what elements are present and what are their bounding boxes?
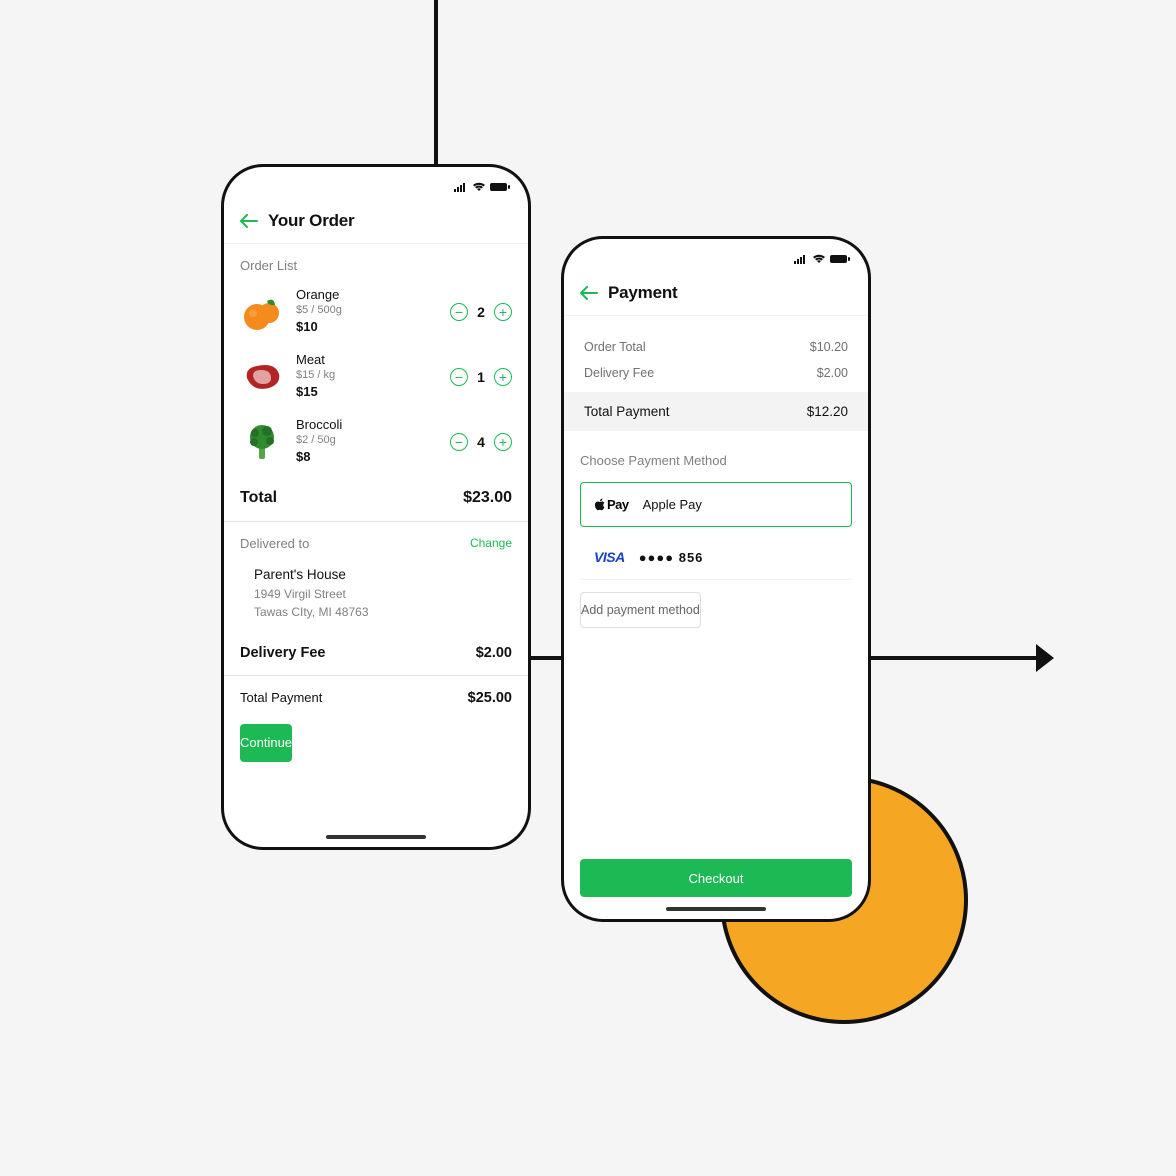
delivery-fee-value: $2.00 — [817, 366, 848, 380]
total-label: Total — [240, 489, 277, 507]
quantity-value: 4 — [476, 434, 486, 450]
status-bar — [224, 167, 528, 201]
product-image-meat — [240, 355, 284, 399]
delivered-to-label: Delivered to — [240, 536, 309, 551]
payment-method-visa[interactable]: VISA ●●●● 856 — [580, 535, 852, 580]
wifi-icon — [472, 182, 486, 192]
quantity-value: 1 — [476, 369, 486, 385]
total-payment-value: $25.00 — [468, 690, 512, 706]
decrement-button[interactable]: − — [450, 368, 468, 386]
total-payment-label: Total Payment — [240, 690, 322, 706]
address-city: Tawas CIty, MI 48763 — [254, 603, 512, 621]
order-item: Broccoli $2 / 50g $8 − 4 + — [224, 409, 528, 474]
connector-line-vertical — [434, 0, 438, 170]
order-item: Meat $15 / kg $15 − 1 + — [224, 344, 528, 409]
signal-icon — [794, 254, 808, 264]
delivery-fee-row: Delivery Fee $2.00 — [564, 360, 868, 386]
delivery-fee-label: Delivery Fee — [240, 645, 325, 661]
order-total-value: $10.20 — [810, 340, 848, 354]
delivery-fee-value: $2.00 — [476, 645, 512, 661]
total-payment-row: Total Payment $12.20 — [564, 392, 868, 431]
card-masked-number: ●●●● 856 — [639, 550, 704, 565]
product-unit-price: $5 / 500g — [296, 303, 438, 318]
product-subtotal: $10 — [296, 318, 438, 336]
product-unit-price: $2 / 50g — [296, 433, 438, 448]
screen-header: Your Order — [224, 201, 528, 244]
back-arrow-icon[interactable] — [240, 214, 258, 228]
delivery-fee-label: Delivery Fee — [584, 366, 654, 380]
order-item: Orange $5 / 500g $10 − 2 + — [224, 279, 528, 344]
product-name: Broccoli — [296, 417, 438, 433]
total-payment-value: $12.20 — [807, 404, 848, 419]
total-value: $23.00 — [463, 489, 512, 507]
home-indicator — [326, 835, 426, 839]
product-name: Orange — [296, 287, 438, 303]
quantity-stepper: − 2 + — [450, 303, 512, 321]
visa-mark-icon: VISA — [594, 549, 625, 565]
choose-payment-method-label: Choose Payment Method — [564, 431, 868, 474]
address-street: 1949 Virgil Street — [254, 585, 512, 603]
checkout-button[interactable]: Checkout — [580, 859, 852, 897]
phone-frame-order: Your Order Order List Orange $5 / 500g $… — [221, 164, 531, 850]
change-address-link[interactable]: Change — [470, 536, 512, 550]
quantity-stepper: − 4 + — [450, 433, 512, 451]
product-subtotal: $15 — [296, 383, 438, 401]
battery-icon — [830, 254, 850, 264]
decrement-button[interactable]: − — [450, 433, 468, 451]
product-unit-price: $15 / kg — [296, 368, 438, 383]
page-title: Payment — [608, 283, 677, 303]
product-image-orange — [240, 290, 284, 334]
page-title: Your Order — [268, 211, 354, 231]
increment-button[interactable]: + — [494, 433, 512, 451]
product-subtotal: $8 — [296, 448, 438, 466]
add-payment-method-button[interactable]: Add payment method — [580, 592, 701, 628]
delivery-address: Parent's House 1949 Virgil Street Tawas … — [224, 557, 528, 631]
product-name: Meat — [296, 352, 438, 368]
apple-pay-mark-icon: Pay — [595, 497, 629, 512]
continue-button[interactable]: Continue — [240, 724, 292, 762]
quantity-stepper: − 1 + — [450, 368, 512, 386]
battery-icon — [490, 182, 510, 192]
home-indicator — [666, 907, 766, 911]
apple-pay-label: Apple Pay — [643, 497, 702, 512]
status-bar — [564, 239, 868, 273]
payment-method-apple-pay[interactable]: Pay Apple Pay — [580, 482, 852, 527]
total-payment-row: Total Payment $25.00 — [224, 676, 528, 720]
quantity-value: 2 — [476, 304, 486, 320]
decrement-button[interactable]: − — [450, 303, 468, 321]
back-arrow-icon[interactable] — [580, 286, 598, 300]
order-total-label: Order Total — [584, 340, 646, 354]
order-total-row: Total $23.00 — [224, 475, 528, 521]
delivery-fee-row: Delivery Fee $2.00 — [224, 631, 528, 675]
order-total-row: Order Total $10.20 — [564, 334, 868, 360]
signal-icon — [454, 182, 468, 192]
phone-frame-payment: Payment Order Total $10.20 Delivery Fee … — [561, 236, 871, 922]
arrowhead-right-icon — [1036, 644, 1054, 672]
increment-button[interactable]: + — [494, 368, 512, 386]
wifi-icon — [812, 254, 826, 264]
screen-header: Payment — [564, 273, 868, 316]
product-image-broccoli — [240, 420, 284, 464]
total-payment-label: Total Payment — [584, 404, 670, 419]
order-list-label: Order List — [224, 244, 528, 279]
increment-button[interactable]: + — [494, 303, 512, 321]
address-name: Parent's House — [254, 567, 512, 582]
